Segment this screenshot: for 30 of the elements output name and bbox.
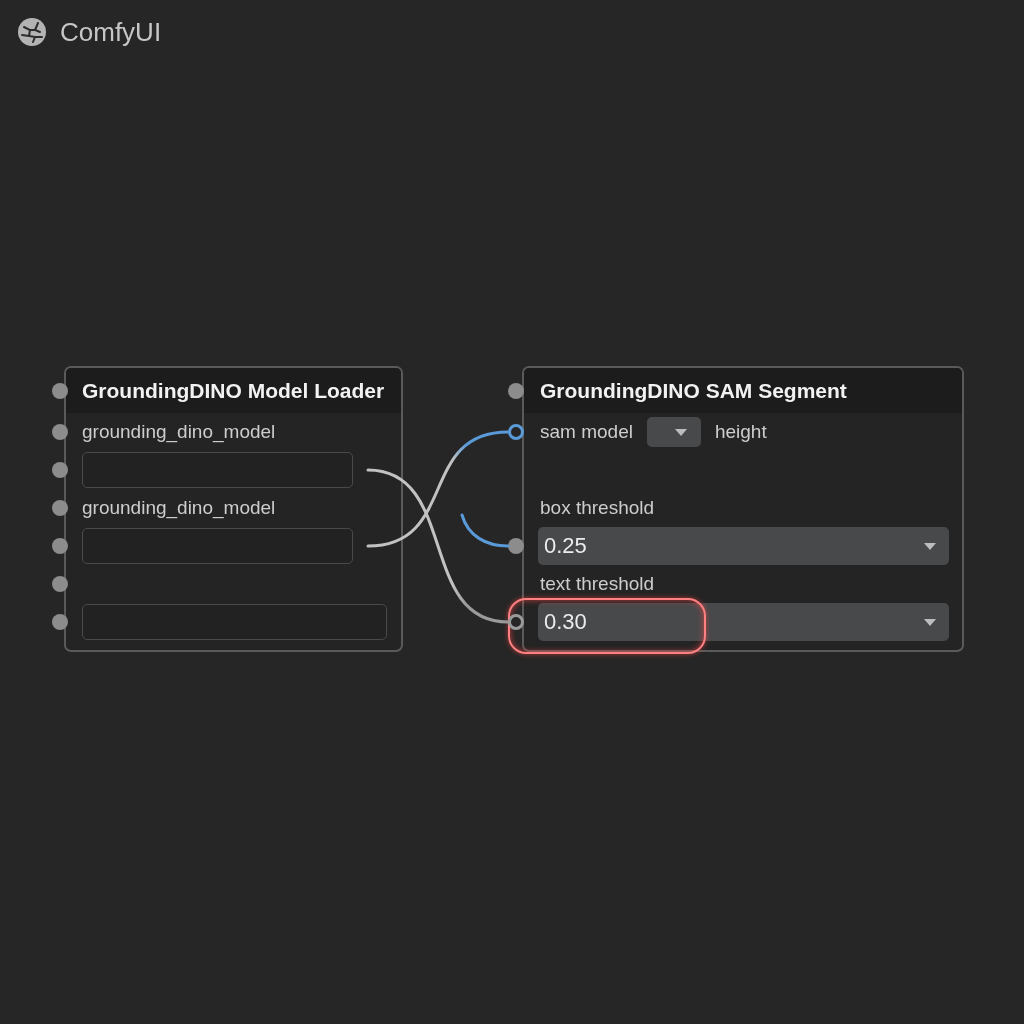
input-field[interactable] <box>82 604 387 640</box>
connector-dot-icon[interactable] <box>52 500 68 516</box>
connector-dot-icon[interactable] <box>52 576 68 592</box>
input-label: grounding_dino_model <box>82 421 276 443</box>
caret-icon <box>924 542 936 550</box>
dropdown[interactable] <box>646 417 701 447</box>
connector-dot-icon[interactable] <box>52 424 68 440</box>
app-title: ComfyUI <box>60 17 162 47</box>
caret-icon <box>674 428 687 436</box>
connector-dot-icon[interactable] <box>508 614 524 630</box>
connector-dot-icon[interactable] <box>52 382 68 399</box>
caret-icon <box>924 618 936 626</box>
node-title-text: GroundingDINO Model Loader <box>82 378 385 403</box>
dropdown[interactable]: 0.30 <box>538 603 949 641</box>
input-label: text threshold <box>540 573 655 595</box>
input-field[interactable] <box>82 528 353 564</box>
input-label: grounding_dino_model <box>82 497 276 519</box>
connector-dot-icon[interactable] <box>508 538 524 554</box>
connector-dot-icon[interactable] <box>508 382 524 399</box>
input-label: box threshold <box>540 497 655 519</box>
connector-dot-icon[interactable] <box>508 424 524 440</box>
dropdown[interactable]: 0.25 <box>538 527 949 565</box>
connector-dot-icon[interactable] <box>52 614 68 630</box>
input-field[interactable] <box>82 452 353 488</box>
logo-icon <box>18 18 46 46</box>
input-label: sam model <box>540 421 633 443</box>
connector-dot-icon[interactable] <box>52 538 68 554</box>
node-title-text: GroundingDINO SAM Segment <box>540 378 847 403</box>
connector-dot-icon[interactable] <box>52 462 68 478</box>
input-label: height <box>714 421 767 443</box>
